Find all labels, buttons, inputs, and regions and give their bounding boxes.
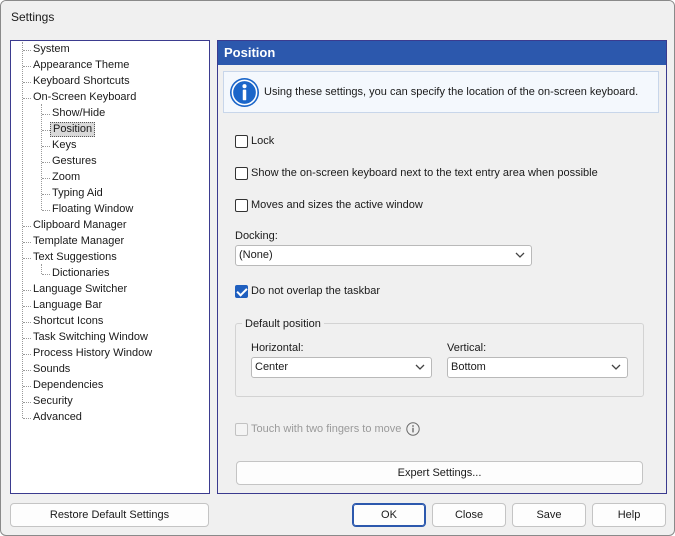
settings-window: Settings System Appearance Theme Keyboard … <box>0 0 675 536</box>
tree-item-template-manager[interactable]: Template Manager <box>31 234 126 249</box>
tree-connector-line <box>23 242 31 243</box>
tree-item-clipboard-manager[interactable]: Clipboard Manager <box>31 218 129 233</box>
show-next-to-text-checkbox[interactable]: Show the on-screen keyboard next to the … <box>235 165 598 181</box>
tree-connector-line <box>23 322 31 323</box>
lock-checkbox-box[interactable] <box>235 134 248 148</box>
tree-connector-line <box>23 290 31 291</box>
tree-item-language-switcher[interactable]: Language Switcher <box>31 282 129 297</box>
overlap-label: Do not overlap the taskbar <box>251 285 381 297</box>
tree-item-shortcut-icons[interactable]: Shortcut Icons <box>31 314 105 329</box>
tree-item-appearance-theme[interactable]: Appearance Theme <box>31 58 131 73</box>
tree-connector-line <box>42 114 50 115</box>
tree-connector-line <box>23 50 31 51</box>
tree-connector-line <box>23 370 31 371</box>
tree-connector-line <box>42 146 50 147</box>
tree-item-process-history-window[interactable]: Process History Window <box>31 346 154 361</box>
tree-connector-line <box>41 104 42 210</box>
tree-item-language-bar[interactable]: Language Bar <box>31 298 104 313</box>
tree-item-typing-aid[interactable]: Typing Aid <box>50 186 105 201</box>
tree-item-dictionaries[interactable]: Dictionaries <box>50 266 111 281</box>
do-not-overlap-taskbar-checkbox[interactable]: Do not overlap the taskbar <box>235 283 380 299</box>
horizontal-label: Horizontal: <box>251 342 304 354</box>
tree-item-keyboard-shortcuts[interactable]: Keyboard Shortcuts <box>31 74 132 89</box>
tree-connector-line <box>23 338 31 339</box>
save-button[interactable]: Save <box>512 503 586 527</box>
tree-connector-line <box>41 264 42 274</box>
docking-value: (None) <box>239 249 273 261</box>
tree-connector-line <box>23 418 31 419</box>
tree-item-gestures[interactable]: Gestures <box>50 154 99 169</box>
tree-connector-line <box>23 386 31 387</box>
tree-connector-line <box>23 226 31 227</box>
tree-connector-line <box>23 402 31 403</box>
window-title: Settings <box>11 10 55 24</box>
chevron-down-icon <box>515 252 525 258</box>
horizontal-value: Center <box>255 361 289 373</box>
close-button[interactable]: Close <box>432 503 506 527</box>
info-box: Using these settings, you can specify th… <box>223 71 659 113</box>
expert-settings-button[interactable]: Expert Settings... <box>236 461 643 485</box>
tree-item-task-switching-window[interactable]: Task Switching Window <box>31 330 150 345</box>
tree-connector-line <box>23 98 31 99</box>
docking-label: Docking: <box>235 230 278 242</box>
tree-connector-line <box>23 354 31 355</box>
info-icon <box>229 77 260 108</box>
lock-checkbox[interactable]: Lock <box>235 133 274 149</box>
overlap-checkbox-box[interactable] <box>235 284 248 298</box>
tree-connector-line <box>42 274 50 275</box>
ok-button[interactable]: OK <box>352 503 426 527</box>
tree-item-security[interactable]: Security <box>31 394 75 409</box>
tree-connector-line <box>23 82 31 83</box>
help-icon[interactable] <box>406 422 420 436</box>
tree-connector-line <box>42 194 50 195</box>
chevron-down-icon <box>415 364 425 370</box>
horizontal-select[interactable]: Center <box>251 357 432 378</box>
moves-label: Moves and sizes the active window <box>251 199 423 211</box>
vertical-label: Vertical: <box>447 342 487 354</box>
panel-header: Position <box>218 41 666 65</box>
moves-and-sizes-checkbox[interactable]: Moves and sizes the active window <box>235 197 423 213</box>
tree-connector-line <box>42 130 50 131</box>
tree-item-advanced[interactable]: Advanced <box>31 410 84 425</box>
tree-item-dependencies[interactable]: Dependencies <box>31 378 105 393</box>
help-button[interactable]: Help <box>592 503 666 527</box>
tree-item-text-suggestions[interactable]: Text Suggestions <box>31 250 119 265</box>
tree-connector-line <box>42 210 50 211</box>
docking-select[interactable]: (None) <box>235 245 532 266</box>
tree-item-zoom[interactable]: Zoom <box>50 170 82 185</box>
position-panel: Position Using these settings, you can s… <box>217 40 667 494</box>
show-next-label: Show the on-screen keyboard next to the … <box>251 167 598 179</box>
lock-label: Lock <box>251 135 275 147</box>
chevron-down-icon <box>611 364 621 370</box>
moves-checkbox-box[interactable] <box>235 198 248 212</box>
tree-item-on-screen-keyboard[interactable]: On-Screen Keyboard <box>31 90 138 105</box>
touch-checkbox-box[interactable] <box>235 422 248 436</box>
tree-item-floating-window[interactable]: Floating Window <box>50 202 135 217</box>
default-position-title: Default position <box>242 318 324 330</box>
tree-connector-line <box>23 306 31 307</box>
restore-defaults-button[interactable]: Restore Default Settings <box>10 503 209 527</box>
tree-connector-line <box>42 162 50 163</box>
vertical-value: Bottom <box>451 361 486 373</box>
settings-tree[interactable]: System Appearance Theme Keyboard Shortcuts… <box>10 40 210 494</box>
vertical-select[interactable]: Bottom <box>447 357 628 378</box>
info-text: Using these settings, you can specify th… <box>264 86 639 98</box>
tree-item-sounds[interactable]: Sounds <box>31 362 72 377</box>
title-bar[interactable]: Settings <box>1 1 674 33</box>
tree-item-position[interactable]: Position <box>50 122 96 137</box>
tree-connector-line <box>23 66 31 67</box>
tree-item-show-hide[interactable]: Show/Hide <box>50 106 107 121</box>
tree-item-keys[interactable]: Keys <box>50 138 78 153</box>
tree-connector-line <box>23 258 31 259</box>
touch-label: Touch with two fingers to move <box>251 423 402 435</box>
tree-connector-line <box>42 178 50 179</box>
touch-two-fingers-checkbox[interactable]: Touch with two fingers to move <box>235 421 401 437</box>
show-next-checkbox-box[interactable] <box>235 166 248 180</box>
tree-item-system[interactable]: System <box>31 42 72 57</box>
